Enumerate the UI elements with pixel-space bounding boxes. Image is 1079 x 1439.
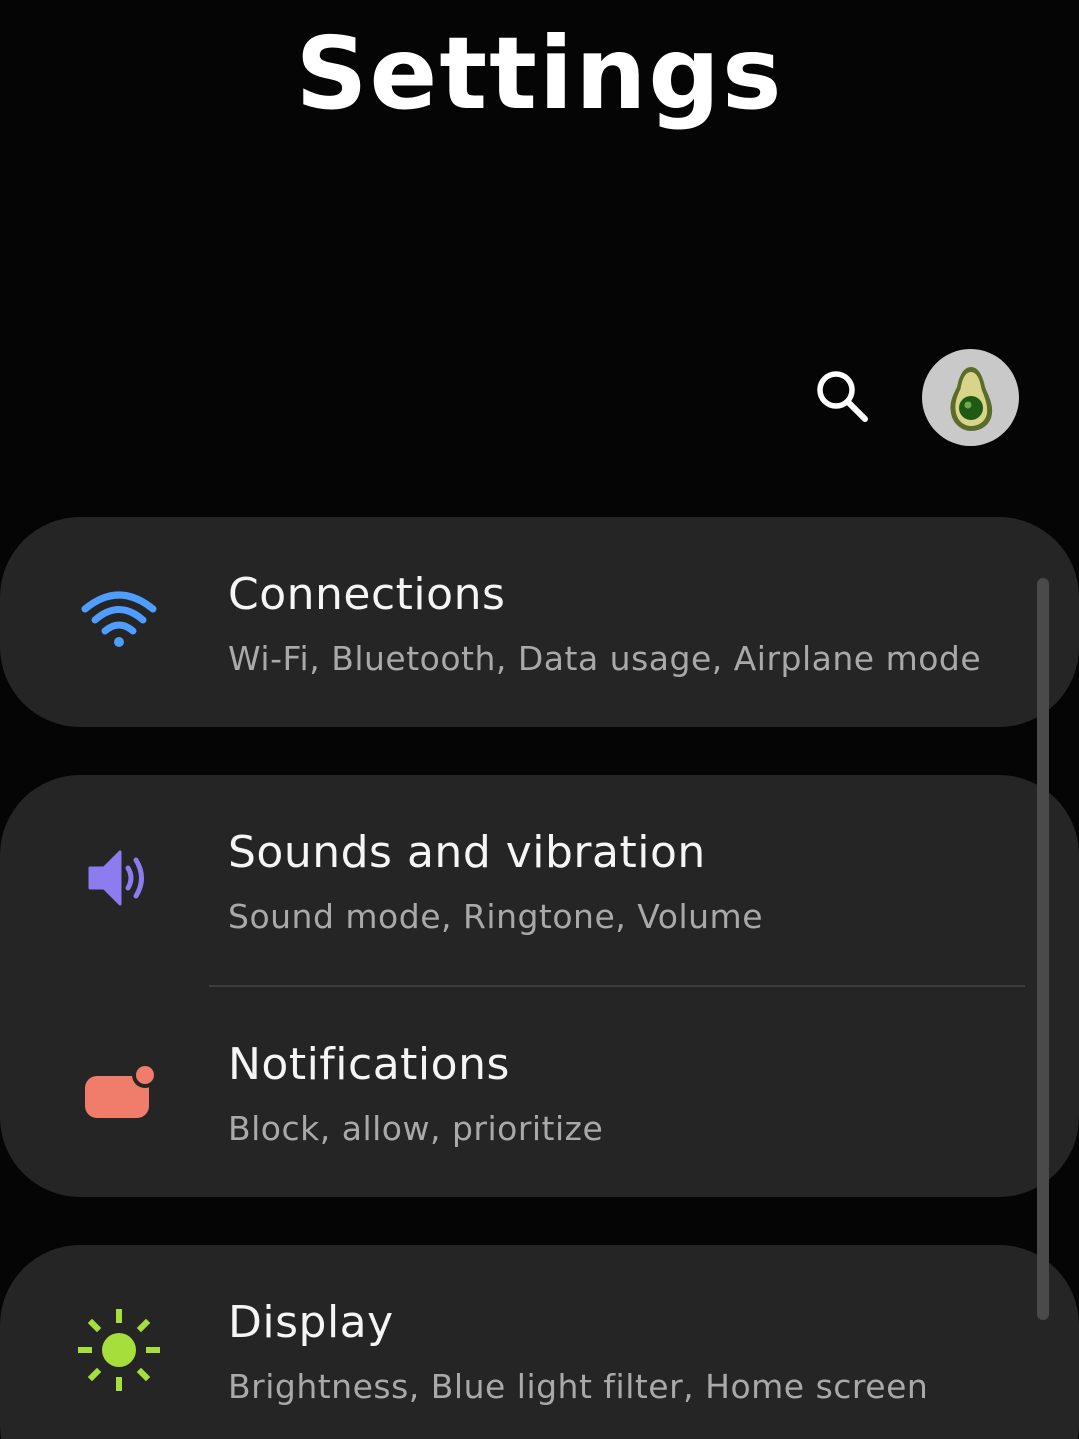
wifi-icon: [78, 578, 160, 660]
item-title: Sounds and vibration: [228, 827, 706, 878]
settings-item-sounds[interactable]: Sounds and vibration Sound mode, Rington…: [0, 775, 1079, 985]
scrollbar[interactable]: [1037, 578, 1049, 1320]
item-subtitle: Brightness, Blue light filter, Home scre…: [228, 1367, 929, 1406]
item-title: Notifications: [228, 1039, 510, 1090]
avocado-icon: [949, 366, 992, 431]
item-title: Connections: [228, 569, 506, 620]
sun-icon: [78, 1309, 160, 1391]
item-title: Display: [228, 1297, 394, 1348]
settings-screen: Settings Connections Wi-Fi, Bluetooth, D…: [0, 0, 1079, 1439]
settings-item-display[interactable]: Display Brightness, Blue light filter, H…: [0, 1245, 1079, 1439]
search-icon: [817, 371, 868, 422]
item-subtitle: Block, allow, prioritize: [228, 1109, 604, 1148]
speaker-icon: [78, 837, 160, 919]
search-button[interactable]: [806, 360, 878, 432]
page-title: Settings: [295, 15, 784, 132]
settings-item-notifications[interactable]: Notifications Block, allow, prioritize: [0, 987, 1079, 1197]
profile-avatar[interactable]: [922, 349, 1019, 446]
item-subtitle: Sound mode, Ringtone, Volume: [228, 897, 763, 936]
notification-badge-icon: [78, 1051, 160, 1133]
item-subtitle: Wi-Fi, Bluetooth, Data usage, Airplane m…: [228, 639, 982, 678]
settings-item-connections[interactable]: Connections Wi-Fi, Bluetooth, Data usage…: [0, 517, 1079, 727]
